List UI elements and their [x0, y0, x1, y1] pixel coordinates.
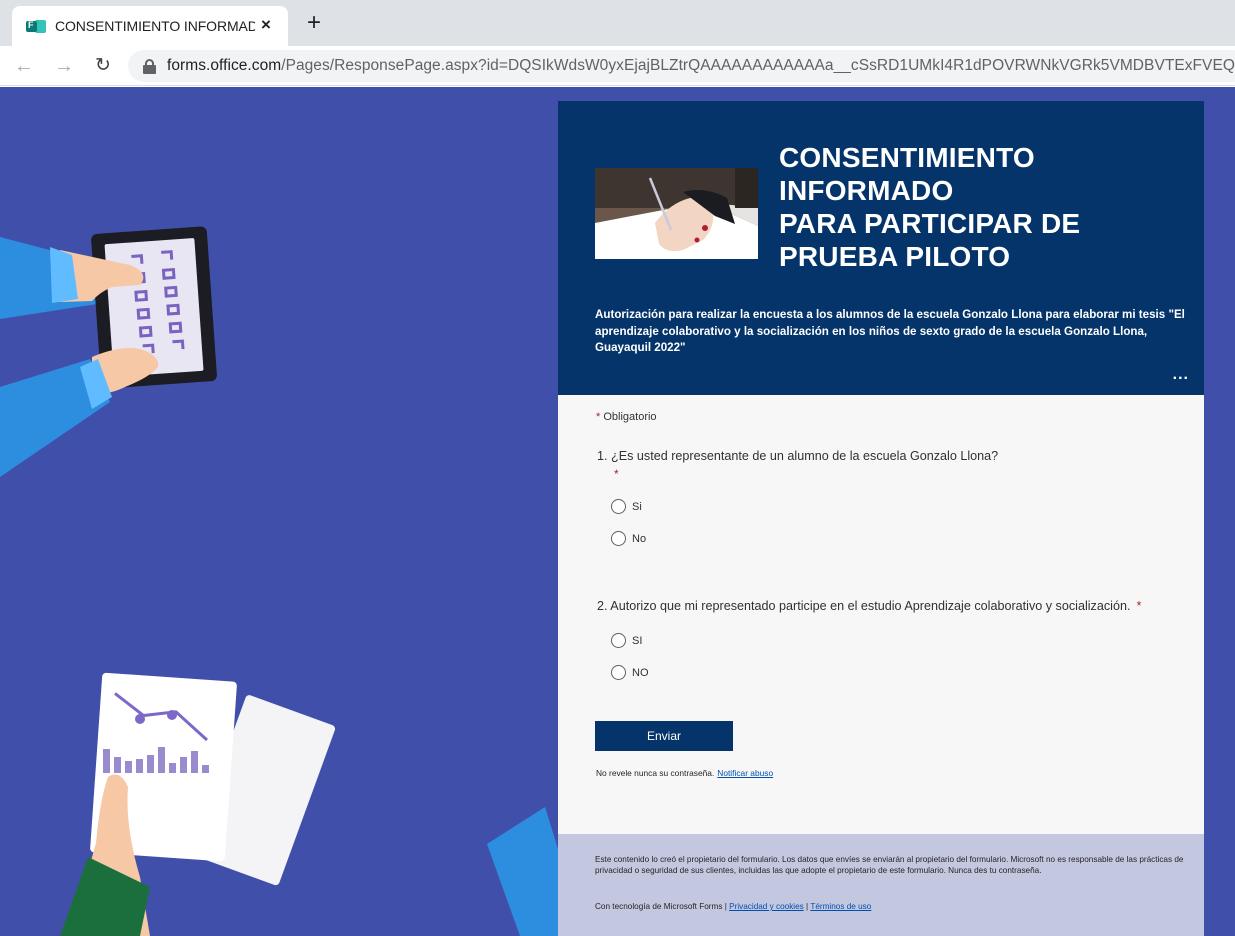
- submit-button[interactable]: Enviar: [595, 721, 733, 751]
- browser-tab-strip: CONSENTIMIENTO INFORMADO × +: [0, 0, 1235, 46]
- radio-button[interactable]: [611, 665, 626, 680]
- microsoft-forms-icon: [26, 18, 46, 34]
- radio-button[interactable]: [611, 499, 626, 514]
- footer-links: Con tecnología de Microsoft Forms | Priv…: [595, 902, 871, 911]
- question-2-option-si[interactable]: SI: [611, 633, 642, 648]
- close-tab-icon[interactable]: ×: [256, 15, 276, 35]
- form-title-line: PRUEBA PILOTO: [779, 241, 1011, 272]
- required-note: * Obligatorio: [596, 411, 657, 423]
- question-2-required-star: *: [1136, 599, 1142, 613]
- footer-separator: |: [806, 902, 809, 911]
- form-title-line: INFORMADO: [779, 175, 954, 206]
- lock-icon: [143, 59, 156, 74]
- radio-button[interactable]: [611, 633, 626, 648]
- radio-button[interactable]: [611, 531, 626, 546]
- more-options-button[interactable]: ...: [1173, 367, 1189, 383]
- footer-disclaimer: Este contenido lo creó el propietario de…: [595, 855, 1184, 875]
- forward-arrow-icon[interactable]: →: [52, 54, 76, 78]
- form-title-line: CONSENTIMIENTO: [779, 142, 1035, 173]
- form-description: Autorización para realizar la encuesta a…: [595, 308, 1185, 354]
- address-bar[interactable]: forms.office.com/Pages/ResponsePage.aspx…: [128, 50, 1235, 82]
- option-label: SI: [632, 634, 643, 647]
- question-2-text: 2. Autorizo que mi representado particip…: [597, 599, 1141, 613]
- browser-toolbar: ← → ↻ forms.office.com/Pages/ResponsePag…: [0, 46, 1235, 86]
- form-title-line: PARA PARTICIPAR DE: [779, 208, 1081, 239]
- url-host: forms.office.com: [167, 57, 282, 74]
- url-text[interactable]: forms.office.com/Pages/ResponsePage.aspx…: [167, 57, 1235, 75]
- question-2-label: 2. Autorizo que mi representado particip…: [597, 599, 1131, 613]
- form-card: CONSENTIMIENTO INFORMADO PARA PARTICIPAR…: [558, 101, 1204, 936]
- password-warning: No revele nunca su contraseña. Notificar …: [596, 768, 773, 778]
- page-background: CONSENTIMIENTO INFORMADO PARA PARTICIPAR…: [0, 87, 1235, 936]
- tab-title: CONSENTIMIENTO INFORMADO: [55, 18, 255, 34]
- question-2-option-no[interactable]: NO: [611, 665, 649, 680]
- form-footer: Este contenido lo creó el propietario de…: [558, 834, 1204, 936]
- tablet-illustration: [0, 226, 217, 477]
- required-note-text: Obligatorio: [603, 411, 657, 423]
- footer-separator: |: [724, 902, 727, 911]
- option-label: NO: [632, 666, 649, 679]
- option-label: Si: [632, 500, 642, 513]
- back-arrow-icon[interactable]: ←: [12, 54, 36, 78]
- report-abuse-link[interactable]: Notificar abuso: [717, 768, 773, 778]
- required-star: *: [596, 411, 601, 423]
- documents-illustration: [60, 672, 336, 936]
- password-warning-text: No revele nunca su contraseña.: [596, 768, 715, 778]
- question-1-option-no[interactable]: No: [611, 531, 646, 546]
- option-label: No: [632, 532, 647, 545]
- form-header: CONSENTIMIENTO INFORMADO PARA PARTICIPAR…: [558, 101, 1204, 395]
- privacy-cookies-link[interactable]: Privacidad y cookies: [729, 902, 804, 911]
- question-1-option-si[interactable]: Si: [611, 499, 642, 514]
- question-1-text: 1. ¿Es usted representante de un alumno …: [597, 449, 999, 463]
- reload-icon[interactable]: ↻: [91, 54, 115, 78]
- powered-by-text: Con tecnología de Microsoft Forms: [595, 902, 723, 911]
- browser-tab[interactable]: CONSENTIMIENTO INFORMADO ×: [12, 6, 288, 46]
- signing-document-image: [595, 168, 758, 259]
- form-title: CONSENTIMIENTO INFORMADO PARA PARTICIPAR…: [779, 141, 1189, 273]
- new-tab-button[interactable]: +: [302, 11, 326, 36]
- terms-of-use-link[interactable]: Términos de uso: [810, 902, 871, 911]
- url-path: /Pages/ResponsePage.aspx?id=DQSIkWdsW0yx…: [281, 57, 1235, 74]
- question-1-required-star: *: [614, 467, 619, 481]
